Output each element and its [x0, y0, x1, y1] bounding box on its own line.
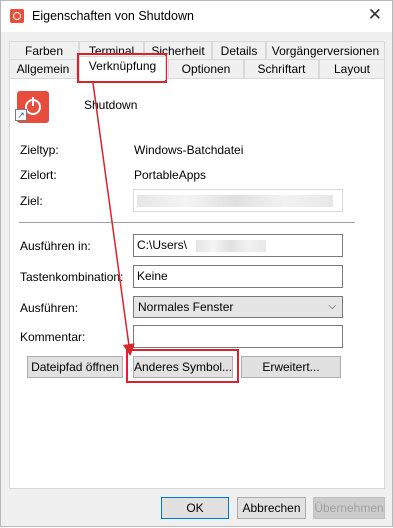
tab-verknuepfung[interactable]: Verknüpfung: [79, 56, 166, 80]
tab-allgemein[interactable]: Allgemein: [9, 59, 77, 79]
zieltyp-value: Windows-Batchdatei: [134, 143, 244, 157]
ausfuehren-in-label: Ausführen in:: [20, 239, 91, 253]
dateipfad-oeffnen-button[interactable]: Dateipfad öffnen: [27, 356, 123, 378]
ausfuehren-label: Ausführen:: [20, 301, 79, 315]
tab-vorgaengerversionen[interactable]: Vorgängerversionen: [266, 41, 385, 61]
ausfuehren-in-field[interactable]: C:\Users\: [133, 234, 343, 257]
tab-schriftart[interactable]: Schriftart: [244, 59, 319, 79]
title-bar: Eigenschaften von Shutdown ✕: [1, 1, 392, 32]
separator: [19, 222, 355, 223]
shutdown-app-icon: [10, 9, 24, 23]
close-icon[interactable]: ✕: [368, 5, 382, 25]
ausfuehren-selected-value: Normales Fenster: [138, 300, 234, 314]
tastenkombination-field[interactable]: Keine: [133, 265, 343, 288]
kommentar-field[interactable]: [133, 325, 343, 348]
ziel-label: Ziel:: [20, 194, 43, 208]
shortcut-arrow-icon: ↗: [15, 109, 27, 121]
erweitert-button[interactable]: Erweitert...: [241, 356, 341, 378]
tab-details[interactable]: Details: [212, 41, 266, 61]
properties-window: Eigenschaften von Shutdown ✕ Farben Term…: [0, 0, 393, 527]
zielort-value: PortableApps: [134, 168, 207, 182]
uebernehmen-button: Übernehmen: [313, 497, 385, 519]
abbrechen-button[interactable]: Abbrechen: [237, 497, 306, 519]
tab-layout[interactable]: Layout: [319, 59, 385, 79]
window-title: Eigenschaften von Shutdown: [32, 9, 194, 23]
blurred-path: [137, 194, 333, 207]
ausfuehren-in-value: C:\Users\: [137, 238, 188, 252]
ziel-field[interactable]: [133, 189, 343, 212]
zielort-label: Zielort:: [20, 168, 57, 182]
tastenkombination-label: Tastenkombination:: [20, 270, 124, 284]
tab-farben[interactable]: Farben: [9, 41, 79, 61]
ausfuehren-select[interactable]: Normales Fenster ⌵: [133, 296, 343, 318]
shortcut-name: Shutdown: [84, 98, 138, 112]
ok-button[interactable]: OK: [161, 497, 229, 519]
highlight-box-button: [126, 349, 239, 383]
blurred-username: [196, 239, 267, 252]
chevron-down-icon: ⌵: [328, 301, 336, 312]
tab-optionen[interactable]: Optionen: [168, 59, 244, 79]
zieltyp-label: Zieltyp:: [20, 143, 59, 157]
kommentar-label: Kommentar:: [20, 330, 86, 344]
